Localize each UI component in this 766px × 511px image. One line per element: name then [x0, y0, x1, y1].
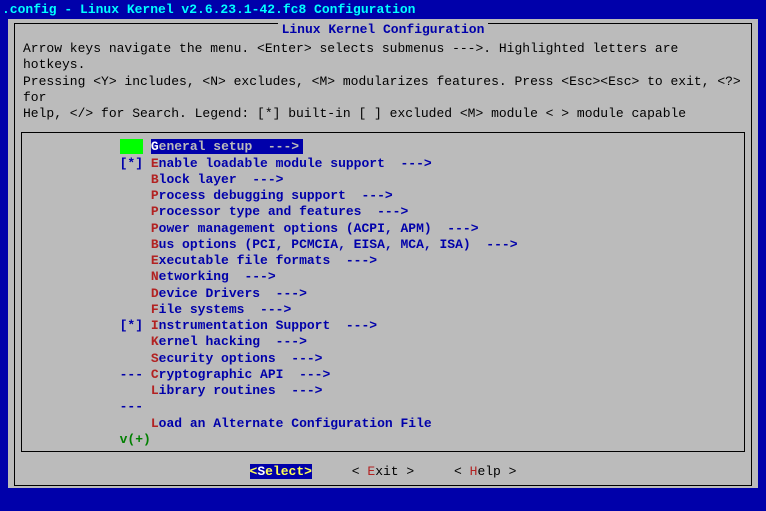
menu-item[interactable]: Processor type and features --->: [26, 204, 740, 220]
hotkey: F: [151, 302, 159, 317]
menu-item[interactable]: Process debugging support --->: [26, 188, 740, 204]
window-title: .config - Linux Kernel v2.6.23.1-42.fc8 …: [0, 0, 766, 19]
menu-item[interactable]: --- Cryptographic API --->: [26, 367, 740, 383]
menu-item[interactable]: [*] Enable loadable module support --->: [26, 156, 740, 172]
hotkey: P: [151, 221, 159, 236]
menu-item[interactable]: Networking --->: [26, 269, 740, 285]
hotkey: I: [151, 318, 159, 333]
menu-item[interactable]: [*] Instrumentation Support --->: [26, 318, 740, 334]
help-button[interactable]: < Help >: [454, 464, 516, 479]
hotkey: D: [151, 286, 159, 301]
menu-item[interactable]: Executable file formats --->: [26, 253, 740, 269]
hotkey: K: [151, 334, 159, 349]
menu-item[interactable]: Bus options (PCI, PCMCIA, EISA, MCA, ISA…: [26, 237, 740, 253]
hotkey: E: [151, 253, 159, 268]
hotkey: P: [151, 188, 159, 203]
help-text: Arrow keys navigate the menu. <Enter> se…: [19, 37, 747, 132]
select-button[interactable]: <Select>: [250, 464, 312, 479]
menu-item[interactable]: Security options --->: [26, 351, 740, 367]
hotkey: L: [151, 416, 159, 431]
menu-item[interactable]: Kernel hacking --->: [26, 334, 740, 350]
hotkey: B: [151, 237, 159, 252]
hotkey: N: [151, 269, 159, 284]
exit-button[interactable]: < Exit >: [352, 464, 414, 479]
more-indicator: v(+): [26, 432, 740, 447]
dialog-title: Linux Kernel Configuration: [19, 22, 747, 37]
hotkey: P: [151, 204, 159, 219]
menu-item[interactable]: Device Drivers --->: [26, 286, 740, 302]
menu-item[interactable]: Block layer --->: [26, 172, 740, 188]
hotkey: C: [151, 367, 159, 382]
menu-item[interactable]: Load an Alternate Configuration File: [26, 416, 740, 432]
menu-item[interactable]: ---: [26, 399, 740, 415]
menu-item[interactable]: Library routines --->: [26, 383, 740, 399]
button-bar: <Select> < Exit > < Help >: [19, 454, 747, 485]
menu-item[interactable]: Power management options (ACPI, APM) ---…: [26, 221, 740, 237]
menu-item[interactable]: File systems --->: [26, 302, 740, 318]
hotkey: B: [151, 172, 159, 187]
hotkey: E: [151, 156, 159, 171]
hotkey: G: [151, 139, 159, 154]
config-dialog: Linux Kernel Configuration Arrow keys na…: [8, 19, 758, 488]
menu-list: General setup ---> [*] Enable loadable m…: [21, 132, 745, 452]
menu-item[interactable]: General setup --->: [26, 139, 740, 155]
hotkey: S: [151, 351, 159, 366]
hotkey: L: [151, 383, 159, 398]
